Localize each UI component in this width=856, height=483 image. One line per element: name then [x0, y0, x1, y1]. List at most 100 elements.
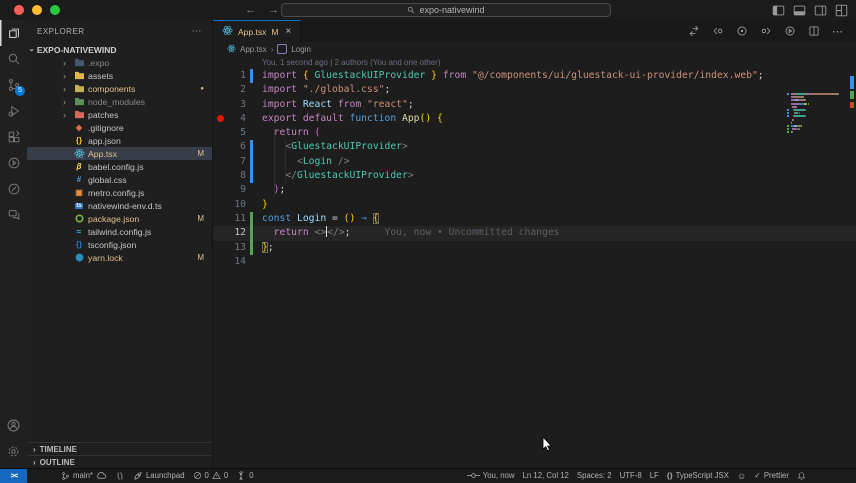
tab-app-tsx[interactable]: App.tsx M × [213, 20, 302, 42]
activity-explorer-icon[interactable] [0, 20, 27, 46]
breakpoint-icon[interactable] [217, 115, 224, 123]
code-line-14[interactable]: 14 [213, 255, 856, 269]
code-line-2[interactable]: 2 import "./global.css"; [213, 83, 856, 97]
glyph-margin[interactable] [213, 155, 227, 169]
code-line-13[interactable]: 13}; [213, 240, 856, 255]
status-remote[interactable]: >< [0, 468, 27, 483]
tree-item-nativewind-env-d-ts[interactable]: ts nativewind-env.d.ts [27, 199, 212, 212]
activity-source-control-icon[interactable]: 5 [0, 72, 27, 98]
glyph-margin[interactable] [213, 212, 227, 226]
glyph-margin[interactable] [213, 183, 227, 197]
code-line-12[interactable]: 12 return <></>; You, now • Uncommitted c… [213, 226, 856, 241]
layout-customize-icon[interactable] [835, 4, 848, 17]
code-line-11[interactable]: 11 const Login = () ⇒ { [213, 211, 856, 227]
glyph-margin[interactable] [213, 226, 227, 240]
outline-section[interactable]: › OUTLINE [27, 455, 212, 468]
tree-item-assets[interactable]: › assets [27, 69, 212, 82]
code-line-3[interactable]: 3 import React from "react"; [213, 98, 856, 112]
status-problems[interactable]: 00 [189, 469, 233, 483]
status-ports[interactable]: 0 [232, 469, 257, 483]
tree-item-app-tsx[interactable]: App.tsx M [27, 147, 212, 160]
status-notifications[interactable] [793, 469, 810, 483]
glyph-margin[interactable] [213, 69, 227, 83]
activity-settings-icon[interactable] [0, 438, 27, 464]
glyph-margin[interactable] [213, 83, 227, 97]
codelens-blame[interactable]: You, 1 second ago | 2 authors (You and o… [213, 56, 856, 69]
tree-root-folder[interactable]: › EXPO-NATIVEWIND [27, 43, 212, 56]
tree-item-app-json[interactable]: {} app.json [27, 134, 212, 147]
timeline-section[interactable]: › TIMELINE [27, 442, 212, 455]
minimap[interactable] [787, 93, 845, 138]
breakpoint-margin[interactable] [213, 112, 227, 126]
tree-item-global-css[interactable]: # global.css [27, 173, 212, 186]
activity-extensions-icon[interactable] [0, 124, 27, 150]
tree-item-node-modules[interactable]: › node_modules [27, 95, 212, 108]
run-icon[interactable] [784, 25, 796, 37]
panel-bottom-icon[interactable] [793, 4, 806, 17]
open-changes-icon[interactable] [688, 25, 700, 37]
activity-plugin-pencil-icon[interactable] [0, 176, 27, 202]
close-tab-icon[interactable]: × [285, 26, 291, 37]
tree-item-package-json[interactable]: package.json M [27, 212, 212, 225]
code-area[interactable]: You, 1 second ago | 2 authors (You and o… [213, 56, 856, 468]
code-line-8[interactable]: 8 </GluestackUIProvider> [213, 169, 856, 184]
activity-run-debug-icon[interactable] [0, 98, 27, 124]
status-blame[interactable]: You, now [463, 469, 519, 483]
explorer-more-actions-icon[interactable]: ⋯ [192, 26, 203, 37]
tree-item-tsconfig-json[interactable]: {} tsconfig.json [27, 238, 212, 251]
panel-right-icon[interactable] [814, 4, 827, 17]
tree-item-yarn-lock[interactable]: yarn.lock M [27, 251, 212, 264]
minimize-window-button[interactable] [32, 5, 42, 15]
glyph-margin[interactable] [213, 198, 227, 212]
code-line-1[interactable]: 1 import { GluestackUIProvider } from "@/… [213, 69, 856, 84]
breadcrumb-file[interactable]: App.tsx [240, 45, 267, 54]
compare-circle-icon[interactable] [736, 25, 748, 37]
activity-search-icon[interactable] [0, 46, 27, 72]
status-feedback[interactable]: ☺ [733, 469, 750, 483]
status-language[interactable]: {} TypeScript JSX [663, 469, 733, 483]
split-editor-icon[interactable] [808, 25, 820, 37]
code-line-4[interactable]: 4 export default function App() { [213, 112, 856, 126]
close-window-button[interactable] [14, 5, 24, 15]
more-icon[interactable]: ⋯ [832, 25, 844, 38]
previous-change-icon[interactable] [712, 25, 724, 37]
glyph-margin[interactable] [213, 126, 227, 140]
glyph-margin[interactable] [213, 169, 227, 183]
status-formatter[interactable]: ✓ Prettier [750, 469, 793, 483]
glyph-margin[interactable] [213, 241, 227, 255]
tree-item-patches[interactable]: › patches [27, 108, 212, 121]
smiley-icon: ☺ [736, 470, 747, 481]
status-branch[interactable]: main* [57, 469, 111, 483]
glyph-margin[interactable] [213, 255, 227, 269]
tree-item--expo[interactable]: › .expo [27, 56, 212, 69]
panel-left-icon[interactable] [772, 4, 785, 17]
tree-item--gitignore[interactable]: ◆ .gitignore [27, 121, 212, 134]
next-change-icon[interactable] [760, 25, 772, 37]
tree-item-metro-config-js[interactable]: ▣ metro.config.js [27, 186, 212, 199]
status-cursor-position[interactable]: Ln 12, Col 12 [519, 469, 573, 483]
code-line-10[interactable]: 10} [213, 198, 856, 212]
status-launchpad[interactable]: Launchpad [129, 469, 189, 483]
glyph-margin[interactable] [213, 140, 227, 154]
breadcrumb-symbol[interactable]: Login [291, 45, 311, 54]
code-line-9[interactable]: 9 ); [213, 183, 856, 197]
status-compare[interactable] [111, 469, 129, 483]
tree-item-babel-config-js[interactable]: β babel.config.js [27, 160, 212, 173]
status-eol[interactable]: LF [646, 469, 663, 483]
tree-item-tailwind-config-js[interactable]: ≈ tailwind.config.js [27, 225, 212, 238]
status-indentation[interactable]: Spaces: 2 [573, 469, 616, 483]
activity-plugin-play-icon[interactable] [0, 150, 27, 176]
activity-accounts-icon[interactable] [0, 412, 27, 438]
activity-chat-icon[interactable] [0, 202, 27, 228]
code-line-6[interactable]: 6 <GluestackUIProvider> [213, 140, 856, 155]
overview-ruler[interactable] [847, 56, 856, 468]
maximize-window-button[interactable] [50, 5, 60, 15]
navigate-back-icon[interactable]: ← [245, 4, 256, 16]
code-line-5[interactable]: 5 return ( [213, 126, 856, 140]
navigate-forward-icon[interactable]: → [268, 4, 279, 16]
status-encoding[interactable]: UTF-8 [616, 469, 646, 483]
glyph-margin[interactable] [213, 98, 227, 112]
code-line-7[interactable]: 7 <Login /> [213, 154, 856, 170]
command-center-search[interactable]: expo-nativewind [281, 3, 611, 17]
tree-item-components[interactable]: › components ● [27, 82, 212, 95]
